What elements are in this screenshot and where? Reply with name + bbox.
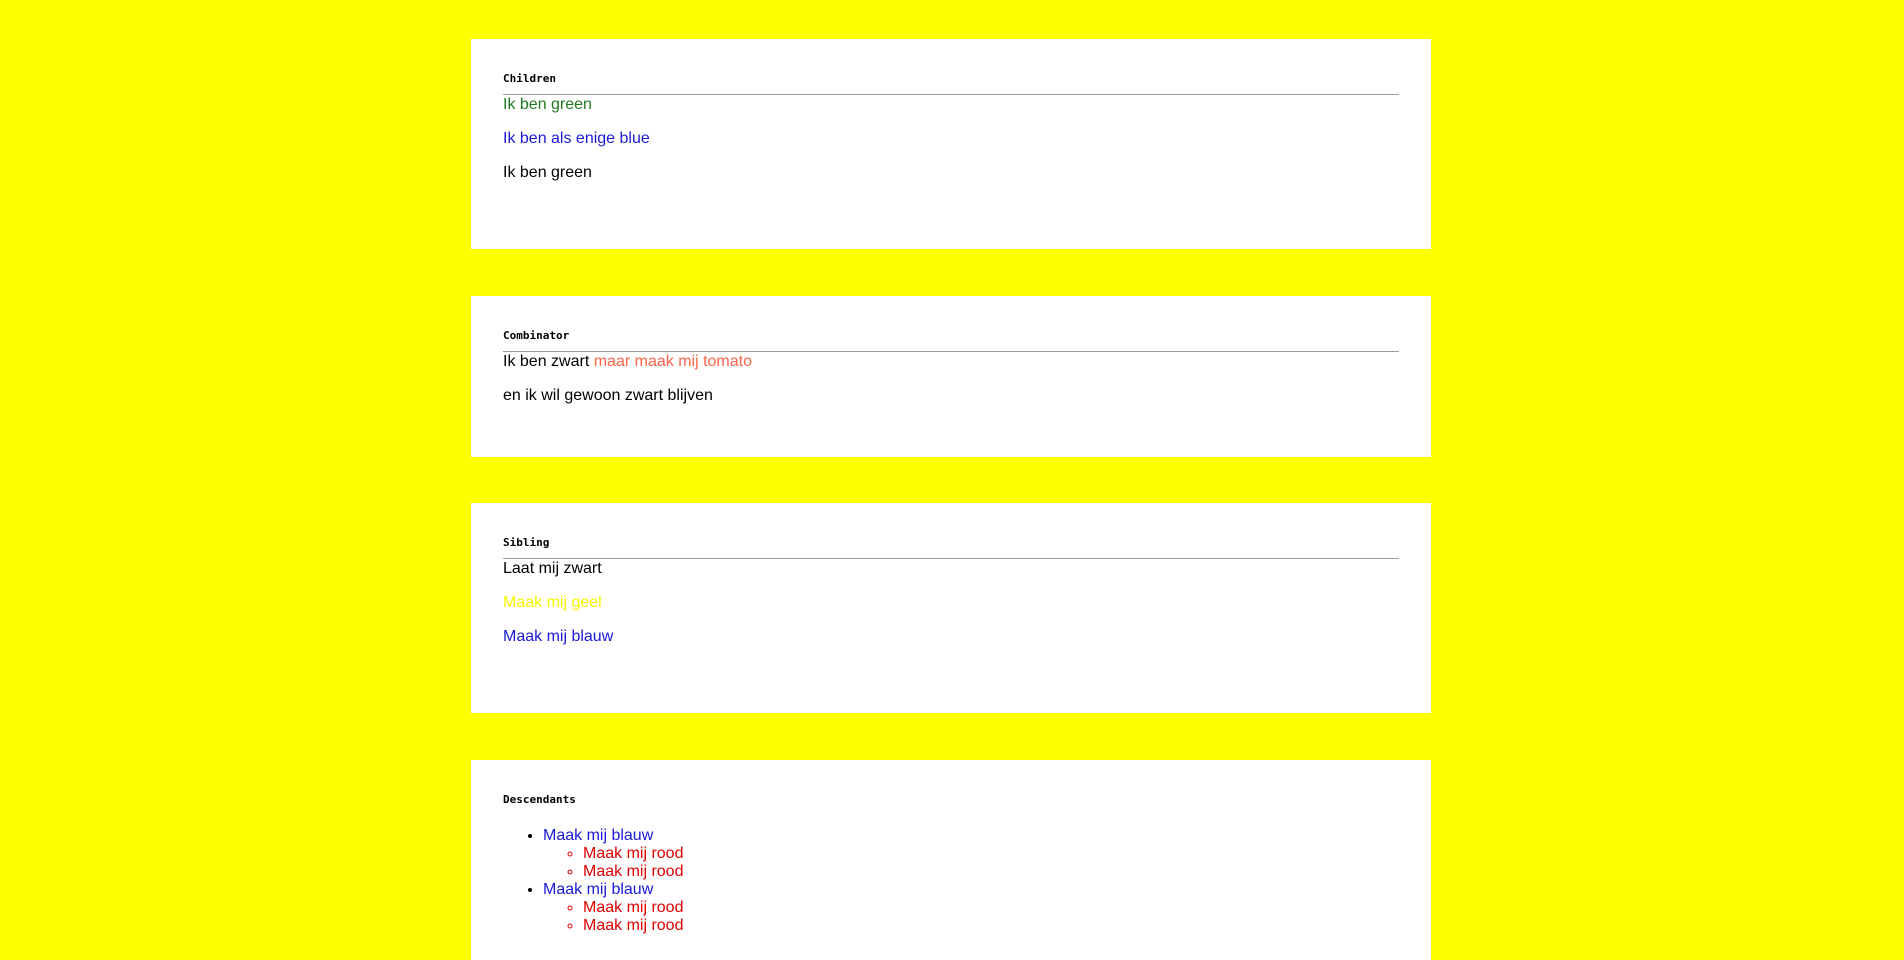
children-line-green-2: Ik ben green bbox=[503, 164, 592, 181]
children-card: Children Ik ben green Ik ben als enige b… bbox=[471, 39, 1431, 249]
descendants-list: Maak mij blauw Maak mij rood Maak mij ro… bbox=[503, 827, 1399, 935]
combinator-line-1: Ik ben zwart maar maak mij tomato bbox=[503, 352, 1399, 371]
descendants-title: Descendants bbox=[503, 793, 576, 806]
children-line-green-1: Ik ben green bbox=[503, 96, 592, 113]
combinator-card: Combinator Ik ben zwart maar maak mij to… bbox=[471, 296, 1431, 457]
nested-list-item: Maak mij rood bbox=[583, 863, 1399, 881]
list-item: Maak mij blauw Maak mij rood Maak mij ro… bbox=[543, 827, 1399, 881]
sibling-card: Sibling Laat mij zwart Maak mij geel Maa… bbox=[471, 503, 1431, 713]
sibling-line-black: Laat mij zwart bbox=[503, 560, 602, 577]
combinator-tomato-text: maar maak mij tomato bbox=[593, 353, 752, 370]
children-title: Children bbox=[503, 72, 1399, 95]
descendant-item-label: Maak mij blauw bbox=[543, 881, 654, 898]
children-line-blue: Ik ben als enige blue bbox=[503, 130, 650, 147]
sibling-line-blue: Maak mij blauw bbox=[503, 628, 614, 645]
nested-list-item: Maak mij rood bbox=[583, 845, 1399, 863]
combinator-line-2: en ik wil gewoon zwart blijven bbox=[503, 387, 713, 404]
descendants-card: Descendants Maak mij blauw Maak mij rood… bbox=[471, 760, 1431, 960]
sibling-line-yellow: Maak mij geel bbox=[503, 594, 602, 611]
nested-list: Maak mij rood Maak mij rood bbox=[543, 899, 1399, 935]
nested-list-item: Maak mij rood bbox=[583, 899, 1399, 917]
descendant-item-label: Maak mij blauw bbox=[543, 827, 654, 844]
nested-list-item: Maak mij rood bbox=[583, 917, 1399, 935]
sibling-title: Sibling bbox=[503, 536, 1399, 559]
combinator-black-text: Ik ben zwart bbox=[503, 353, 590, 370]
list-item: Maak mij blauw Maak mij rood Maak mij ro… bbox=[543, 881, 1399, 935]
combinator-title: Combinator bbox=[503, 329, 1399, 352]
nested-list: Maak mij rood Maak mij rood bbox=[543, 845, 1399, 881]
